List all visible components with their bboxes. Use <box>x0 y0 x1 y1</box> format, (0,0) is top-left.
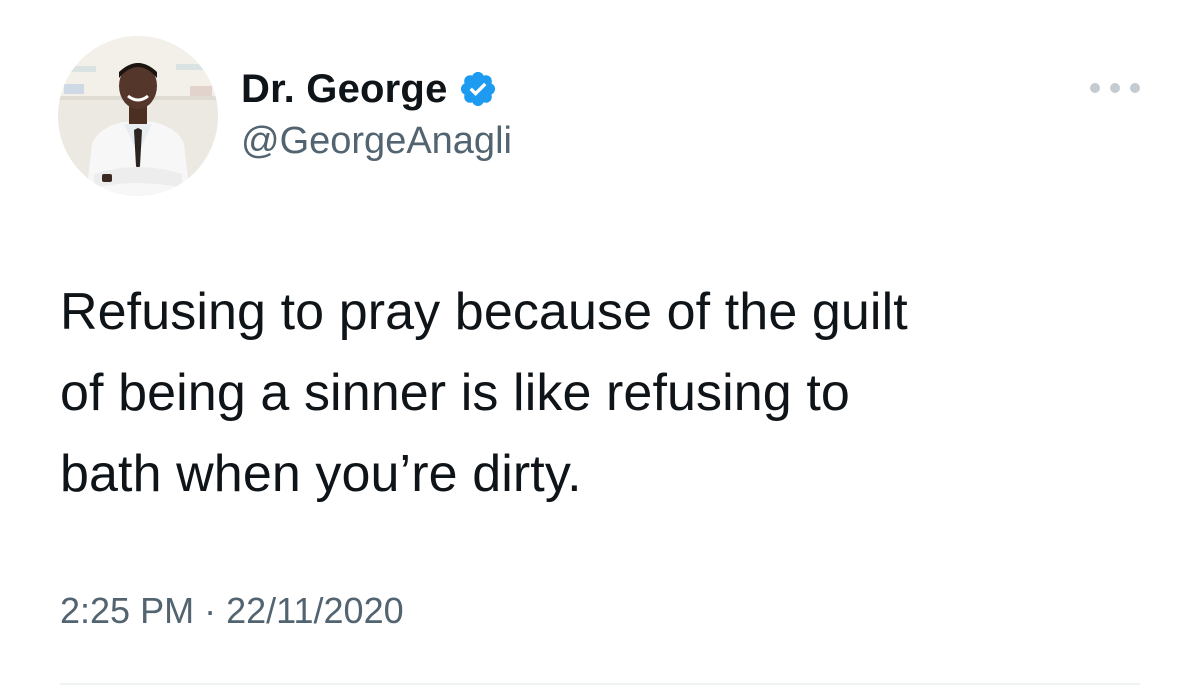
user-handle[interactable]: @GeorgeAnagli <box>241 120 512 163</box>
tweet-time[interactable]: 2:25 PM <box>60 590 194 631</box>
divider <box>60 683 1140 685</box>
more-dot <box>1090 83 1100 93</box>
tweet-date[interactable]: 22/11/2020 <box>226 590 404 631</box>
more-horizontal-icon[interactable] <box>1090 78 1140 98</box>
timestamp-separator: · <box>204 590 217 631</box>
tweet-text-line: of being a sinner is like refusing to <box>60 364 850 422</box>
avatar-photo <box>58 36 218 196</box>
tweet: Dr. George @GeorgeAnagli Refusing to pra… <box>0 0 1200 686</box>
user-name-row[interactable]: Dr. George <box>241 64 498 114</box>
tweet-text-line: Refusing to pray because of the guilt <box>60 283 908 341</box>
avatar[interactable] <box>58 36 218 196</box>
more-dot <box>1130 83 1140 93</box>
display-name[interactable]: Dr. George <box>241 67 448 112</box>
tweet-text: Refusing to pray because of the guilt of… <box>60 272 1160 515</box>
more-dot <box>1110 83 1120 93</box>
tweet-timestamp[interactable]: 2:25 PM · 22/11/2020 <box>60 590 404 632</box>
verified-badge-icon <box>460 71 495 107</box>
tweet-text-line: bath when you’re dirty. <box>60 445 582 503</box>
